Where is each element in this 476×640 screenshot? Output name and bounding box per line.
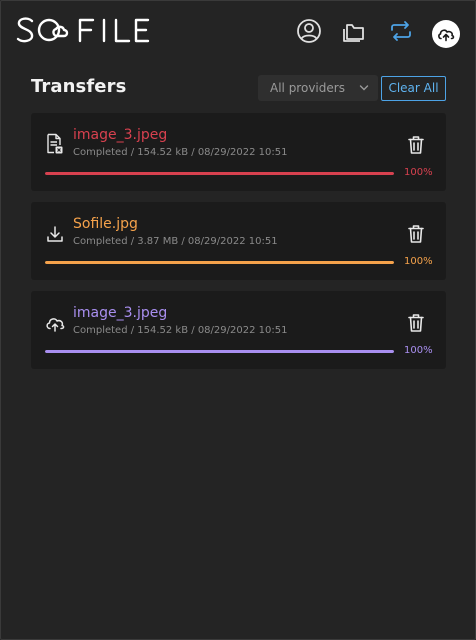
upload-icon [45, 313, 65, 335]
file-meta: Completed / 154.52 kB / 08/29/2022 10:51 [73, 325, 288, 336]
app-header [0, 0, 476, 64]
download-icon [45, 224, 65, 246]
trash-icon[interactable] [407, 135, 425, 155]
folder-icon[interactable] [341, 17, 369, 45]
transfer-card: image_3.jpeg Completed / 154.52 kB / 08/… [31, 113, 446, 191]
progress-fill [45, 350, 394, 353]
file-meta: Completed / 154.52 kB / 08/29/2022 10:51 [73, 147, 288, 158]
clear-all-button[interactable]: Clear All [381, 76, 446, 101]
progress-label: 100% [404, 256, 433, 267]
progress-fill [45, 261, 394, 264]
file-error-icon [45, 133, 65, 155]
sofile-logo[interactable] [16, 14, 152, 48]
chevron-down-icon [359, 85, 369, 91]
progress-bar [45, 172, 394, 175]
transfer-icon[interactable] [387, 17, 415, 45]
transfer-card: image_3.jpeg Completed / 154.52 kB / 08/… [31, 291, 446, 369]
progress-label: 100% [404, 167, 433, 178]
progress-label: 100% [404, 345, 433, 356]
file-meta: Completed / 3.87 MB / 08/29/2022 10:51 [73, 236, 278, 247]
transfer-card: Sofile.jpg Completed / 3.87 MB / 08/29/2… [31, 202, 446, 280]
file-name: image_3.jpeg [73, 305, 168, 321]
upload-cloud-icon[interactable] [432, 20, 460, 48]
transfers-toolbar: Transfers All providers Clear All [31, 75, 446, 103]
progress-fill [45, 172, 394, 175]
provider-select[interactable]: All providers [258, 75, 378, 101]
file-name: Sofile.jpg [73, 216, 138, 232]
file-name: image_3.jpeg [73, 127, 168, 143]
provider-select-value: All providers [270, 81, 345, 95]
page-title: Transfers [31, 76, 127, 97]
progress-bar [45, 261, 394, 264]
user-circle-icon[interactable] [295, 17, 323, 45]
trash-icon[interactable] [407, 313, 425, 333]
progress-bar [45, 350, 394, 353]
trash-icon[interactable] [407, 224, 425, 244]
